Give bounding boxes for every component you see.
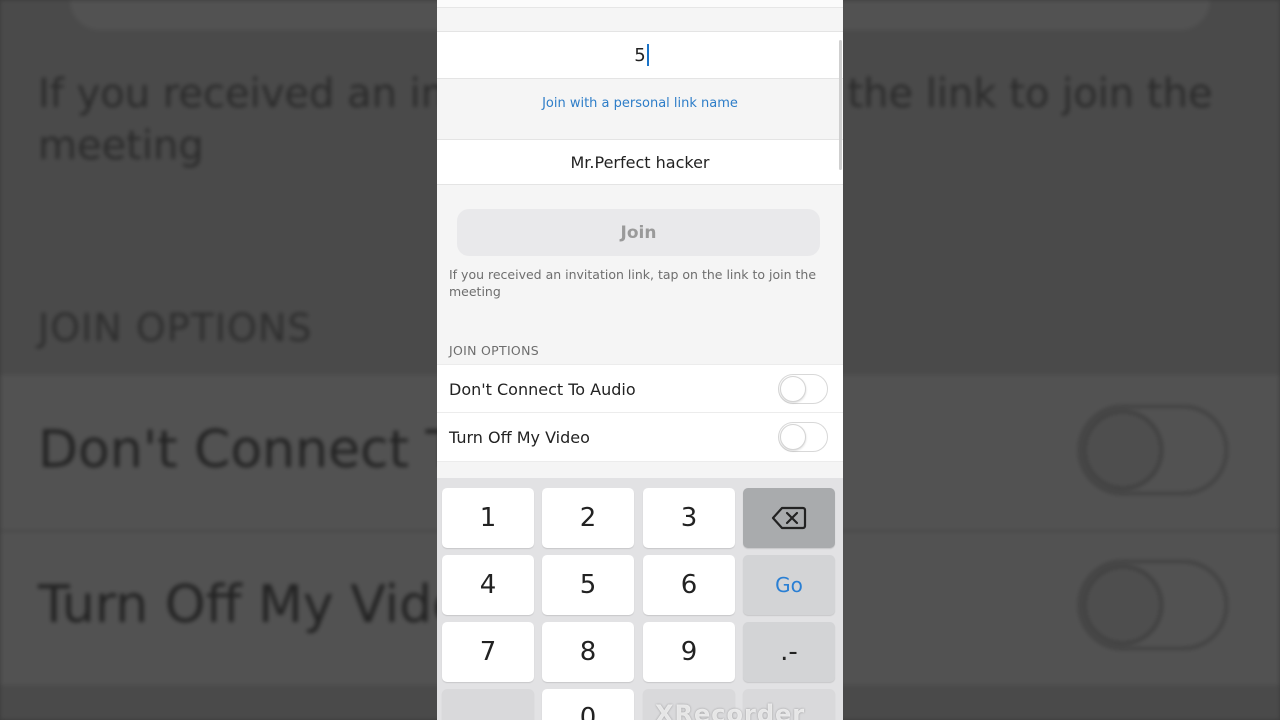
bg-option-video: Turn Off My Video	[38, 575, 496, 635]
toggle-knob	[780, 424, 806, 450]
option-label-audio: Don't Connect To Audio	[449, 380, 636, 399]
key-2[interactable]: 2	[542, 488, 634, 548]
top-strip	[437, 0, 843, 8]
key-7[interactable]: 7	[442, 622, 534, 682]
scroll-indicator	[839, 40, 842, 170]
backspace-icon	[771, 506, 807, 530]
join-options-title: JOIN OPTIONS	[449, 343, 539, 358]
name-row	[437, 139, 843, 185]
key-go[interactable]: Go	[743, 555, 835, 615]
recorder-watermark: XRecorder	[655, 700, 806, 720]
invitation-hint: If you received an invitation link, tap …	[449, 267, 817, 299]
key-8[interactable]: 8	[542, 622, 634, 682]
key-0[interactable]: 0	[542, 689, 634, 720]
numeric-keyboard: 1 2 3 4 5 6 Go 7 8 9 .- 0	[437, 478, 843, 720]
personal-link-name-link[interactable]: Join with a personal link name	[437, 96, 843, 111]
meeting-id-row	[437, 31, 843, 79]
key-backspace[interactable]	[743, 488, 835, 548]
key-9[interactable]: 9	[643, 622, 735, 682]
option-row-video: Turn Off My Video	[437, 413, 843, 462]
key-blank-left[interactable]	[442, 689, 534, 720]
toggle-knob	[780, 376, 806, 402]
display-name-input[interactable]	[437, 140, 843, 184]
meeting-id-input[interactable]	[437, 32, 843, 78]
bg-toggle-audio	[1078, 405, 1228, 495]
toggle-dont-connect-audio[interactable]	[778, 374, 828, 404]
bg-toggle-video	[1078, 560, 1228, 650]
key-1[interactable]: 1	[442, 488, 534, 548]
phone-screen: Join with a personal link name Join If y…	[437, 0, 843, 720]
key-5[interactable]: 5	[542, 555, 634, 615]
toggle-turn-off-video[interactable]	[778, 422, 828, 452]
bg-section-title: JOIN OPTIONS	[38, 306, 313, 350]
key-3[interactable]: 3	[643, 488, 735, 548]
text-caret	[647, 44, 649, 66]
join-button[interactable]: Join	[457, 209, 820, 256]
key-symbols[interactable]: .-	[743, 622, 835, 682]
key-4[interactable]: 4	[442, 555, 534, 615]
option-label-video: Turn Off My Video	[449, 428, 590, 447]
key-6[interactable]: 6	[643, 555, 735, 615]
option-row-audio: Don't Connect To Audio	[437, 364, 843, 413]
